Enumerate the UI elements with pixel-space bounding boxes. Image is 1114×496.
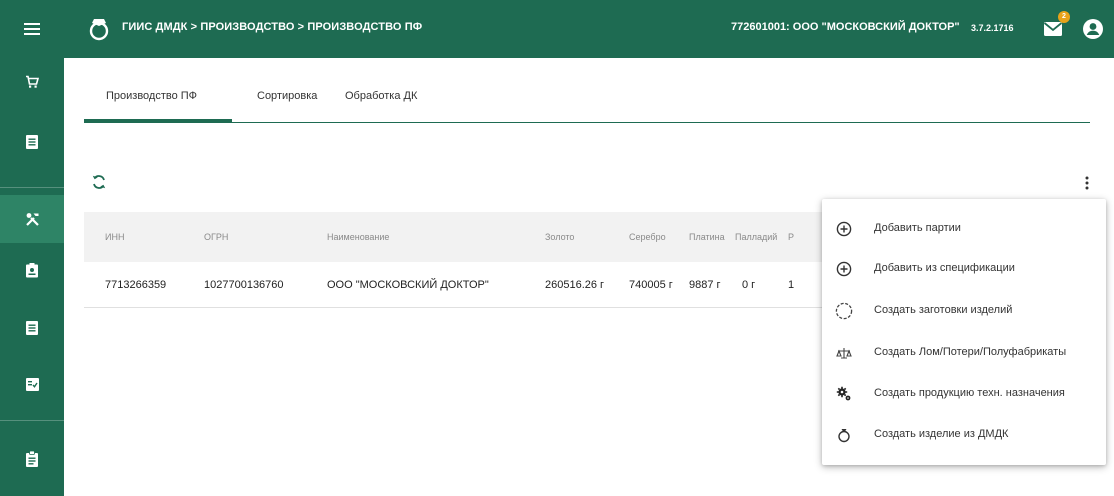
add-circle-icon	[835, 220, 853, 238]
more-options-icon[interactable]	[1079, 175, 1095, 191]
menu-item-label: Добавить из спецификации	[874, 262, 1015, 274]
mail-icon[interactable]	[1043, 21, 1063, 37]
sidebar-item-production[interactable]	[0, 195, 64, 243]
actions-menu: Добавить партии Добавить из спецификации…	[822, 199, 1106, 465]
cart-icon	[26, 75, 39, 88]
badge-icon	[26, 262, 38, 277]
account-icon[interactable]	[1082, 18, 1104, 40]
version-label: 3.7.2.1716	[971, 23, 1014, 33]
sidebar-divider	[0, 420, 64, 421]
checklist-icon	[25, 377, 39, 391]
cell-silver: 740005 г	[629, 279, 673, 291]
menu-button[interactable]	[0, 0, 64, 58]
tab-bar: Производство ПФ Сортировка Обработка ДК	[84, 76, 1090, 123]
breadcrumb[interactable]: ГИИС ДМДК > ПРОИЗВОДСТВО > ПРОИЗВОДСТВО …	[122, 21, 422, 33]
menu-item-add-from-spec[interactable]: Добавить из спецификации	[822, 249, 1106, 289]
menu-icon	[24, 23, 40, 35]
top-app-bar: ГИИС ДМДК > ПРОИЗВОДСТВО > ПРОИЗВОДСТВО …	[0, 0, 1114, 58]
clipboard-icon	[26, 451, 38, 467]
tab-active-indicator	[84, 119, 232, 122]
menu-item-label: Добавить партии	[874, 222, 961, 234]
cell-name: ООО "МОСКОВСКИЙ ДОКТОР"	[327, 279, 489, 291]
column-header-r[interactable]: Р	[788, 232, 794, 242]
menu-item-label: Создать заготовки изделий	[874, 304, 1013, 316]
list-icon	[26, 135, 38, 149]
dashed-circle-icon	[835, 302, 853, 320]
sidebar	[0, 58, 64, 496]
sidebar-item-badge[interactable]	[0, 250, 64, 290]
menu-item-label: Создать изделие из ДМДК	[874, 428, 1009, 440]
sidebar-item-cart[interactable]	[0, 62, 64, 102]
sidebar-divider	[0, 187, 64, 188]
cell-inn: 7713266359	[105, 279, 167, 291]
menu-item-create-technical-products[interactable]: Создать продукцию техн. назначения	[822, 374, 1106, 414]
menu-item-create-scrap[interactable]: Создать Лом/Потери/Полуфабрикаты	[822, 333, 1106, 373]
cell-r: 1	[788, 279, 795, 291]
cell-platinum: 9887 г	[689, 279, 721, 291]
gears-icon	[835, 385, 853, 403]
list-icon	[26, 321, 38, 335]
menu-item-add-batches[interactable]: Добавить партии	[822, 209, 1106, 249]
cell-ogrn: 1027700136760	[204, 279, 284, 291]
logo-icon	[89, 19, 109, 41]
column-header-platinum[interactable]: Платина	[689, 232, 725, 242]
refresh-icon[interactable]	[91, 174, 107, 190]
column-header-silver[interactable]: Серебро	[629, 232, 666, 242]
menu-item-label: Создать продукцию техн. назначения	[874, 387, 1065, 399]
menu-item-label: Создать Лом/Потери/Полуфабрикаты	[874, 346, 1067, 358]
column-header-name[interactable]: Наименование	[327, 232, 389, 242]
tab-production-pf[interactable]: Производство ПФ	[106, 90, 197, 102]
tab-processing-dk[interactable]: Обработка ДК	[345, 90, 417, 102]
sidebar-item-list-2[interactable]	[0, 308, 64, 348]
scale-icon	[835, 344, 853, 362]
tools-icon	[25, 212, 39, 226]
add-circle-icon	[835, 260, 853, 278]
menu-item-create-item-from-dmdk[interactable]: Создать изделие из ДМДК	[822, 415, 1106, 455]
notification-badge: 2	[1058, 11, 1070, 23]
ring-icon	[835, 426, 853, 444]
menu-item-create-blanks[interactable]: Создать заготовки изделий	[822, 291, 1106, 331]
column-header-palladium[interactable]: Палладий	[735, 232, 777, 242]
sidebar-item-list[interactable]	[0, 122, 64, 162]
organization-name[interactable]: 772601001: ООО "МОСКОВСКИЙ ДОКТОР"	[731, 21, 960, 33]
sidebar-item-clipboard[interactable]	[0, 439, 64, 479]
tab-sorting[interactable]: Сортировка	[257, 90, 317, 102]
column-header-ogrn[interactable]: ОГРН	[204, 232, 228, 242]
sidebar-item-checklist[interactable]	[0, 364, 64, 404]
cell-palladium: 0 г	[742, 279, 756, 291]
column-header-gold[interactable]: Золото	[545, 232, 574, 242]
cell-gold: 260516.26 г	[545, 279, 605, 291]
column-header-inn[interactable]: ИНН	[105, 232, 124, 242]
